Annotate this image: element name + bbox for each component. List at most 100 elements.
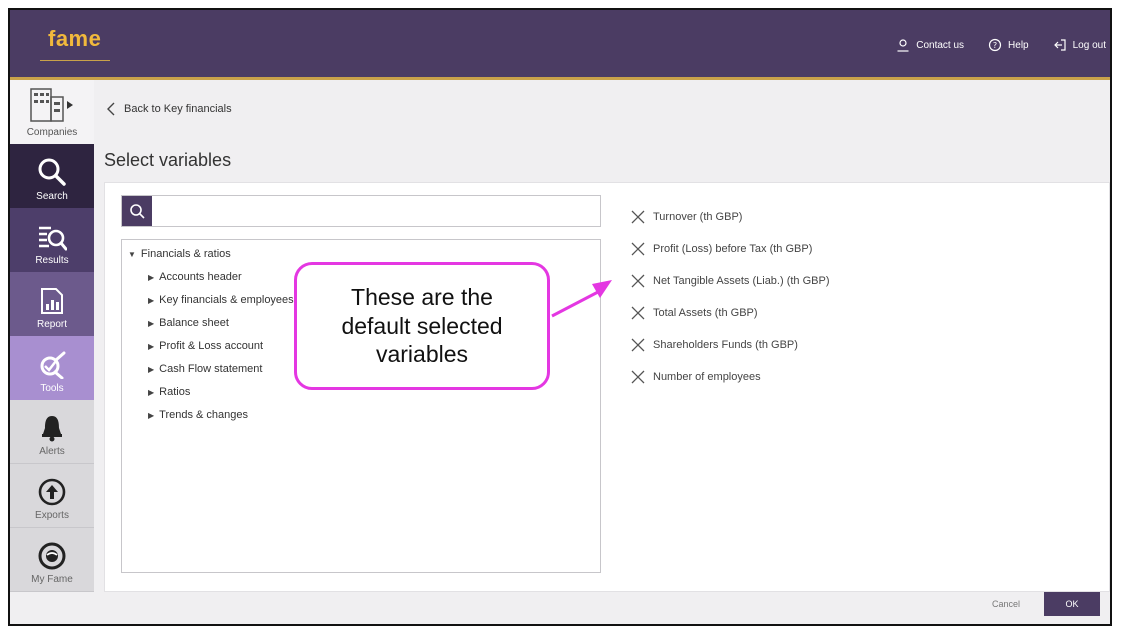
remove-icon[interactable]	[631, 338, 645, 352]
main-content: Back to Key financials Select variables …	[94, 80, 1110, 624]
user-icon	[897, 39, 909, 52]
tree-children: ▶ Accounts header ▶ Key financials & emplo…	[148, 271, 294, 432]
sidebar-label-results: Results	[35, 255, 69, 266]
back-link-label: Back to Key financials	[124, 103, 232, 115]
tree-item[interactable]: ▶ Profit & Loss account	[148, 340, 294, 363]
log-out-label: Log out	[1072, 39, 1106, 51]
cancel-button[interactable]: Cancel	[986, 598, 1026, 610]
selected-variable-label: Net Tangible Assets (Liab.) (th GBP)	[653, 275, 830, 287]
logout-icon	[1053, 39, 1066, 51]
caret-right-icon: ▶	[148, 296, 155, 305]
tree-item[interactable]: ▶ Accounts header	[148, 271, 294, 294]
search-input[interactable]	[154, 197, 598, 226]
selected-variables-list: Turnover (th GBP) Profit (Loss) before T…	[631, 201, 830, 393]
selected-variable-label: Profit (Loss) before Tax (th GBP)	[653, 243, 813, 255]
remove-icon[interactable]	[631, 370, 645, 384]
footer-buttons: Cancel OK	[986, 592, 1100, 616]
top-bar: fame Contact us ? Help Log out	[10, 10, 1110, 80]
top-nav: Contact us ? Help Log out	[896, 38, 1106, 52]
tree-item-label: Ratios	[159, 386, 191, 398]
chevron-left-icon	[107, 102, 115, 116]
selected-variable: Turnover (th GBP)	[631, 201, 830, 233]
selected-variable-label: Turnover (th GBP)	[653, 211, 743, 223]
selected-variable: Profit (Loss) before Tax (th GBP)	[631, 233, 830, 265]
selected-variable-label: Shareholders Funds (th GBP)	[653, 339, 798, 351]
tree-item-financials-ratios[interactable]: ▼ Financials & ratios	[128, 248, 231, 260]
caret-right-icon: ▶	[148, 273, 155, 282]
remove-icon[interactable]	[631, 242, 645, 256]
help-link[interactable]: ? Help	[988, 38, 1029, 52]
selected-variable: Total Assets (th GBP)	[631, 297, 830, 329]
sidebar-label-my-fame: My Fame	[31, 574, 73, 585]
sidebar-label-alerts: Alerts	[39, 446, 65, 457]
contact-us-label: Contact us	[916, 39, 965, 51]
selected-variable-label: Number of employees	[653, 371, 761, 383]
fame-logo[interactable]: fame	[48, 26, 101, 52]
ok-button[interactable]: OK	[1044, 592, 1100, 616]
sidebar-item-tools[interactable]: Tools	[10, 336, 94, 400]
app-window: fame Contact us ? Help Log out Companies…	[8, 8, 1112, 626]
callout-text: These are the default selected variables	[341, 283, 502, 369]
tree-item[interactable]: ▶ Trends & changes	[148, 409, 294, 432]
callout-annotation: These are the default selected variables	[294, 262, 550, 390]
tree-item[interactable]: ▶ Key financials & employees	[148, 294, 294, 317]
remove-icon[interactable]	[631, 210, 645, 224]
remove-icon[interactable]	[631, 306, 645, 320]
variables-panel: ▼ Financials & ratios ▶ Accounts header ▶ K…	[104, 182, 1110, 592]
tree-item-label: Trends & changes	[159, 409, 249, 421]
caret-right-icon: ▶	[148, 365, 155, 374]
caret-right-icon: ▶	[148, 411, 155, 420]
tree-item-label: Accounts header	[159, 271, 242, 283]
bell-icon	[42, 416, 62, 442]
search-box	[121, 195, 601, 227]
callout-line: These are the	[351, 283, 493, 310]
callout-line: variables	[375, 341, 469, 368]
sidebar-item-my-fame[interactable]: My Fame	[10, 528, 94, 592]
selected-variable-label: Total Assets (th GBP)	[653, 307, 758, 319]
sidebar-label-report: Report	[36, 319, 67, 330]
log-out-link[interactable]: Log out	[1053, 38, 1106, 52]
svg-text:?: ?	[993, 41, 997, 50]
report-icon	[41, 288, 63, 314]
selected-variable: Number of employees	[631, 361, 830, 393]
tree-item-label: Cash Flow statement	[159, 363, 263, 375]
building-icon	[30, 88, 73, 122]
caret-right-icon: ▶	[148, 388, 155, 397]
sidebar-label-search: Search	[36, 191, 68, 202]
tree-item-label: Profit & Loss account	[159, 340, 264, 352]
search-button[interactable]	[122, 196, 152, 226]
tree-item[interactable]: ▶ Ratios	[148, 386, 294, 409]
selected-variable: Net Tangible Assets (Liab.) (th GBP)	[631, 265, 830, 297]
tree-item-label: Key financials & employees	[159, 294, 294, 306]
contact-us-link[interactable]: Contact us	[896, 38, 964, 52]
selected-variable: Shareholders Funds (th GBP)	[631, 329, 830, 361]
sidebar-item-exports[interactable]: Exports	[10, 464, 94, 528]
results-icon	[39, 226, 67, 251]
caret-right-icon: ▶	[148, 319, 155, 328]
help-label: Help	[1008, 39, 1029, 51]
search-icon	[130, 204, 145, 219]
sidebar-item-alerts[interactable]: Alerts	[10, 400, 94, 464]
tools-icon	[40, 351, 66, 379]
callout-line: default selected	[341, 312, 503, 339]
sidebar-item-search[interactable]: Search	[10, 144, 94, 208]
sidebar-label-exports: Exports	[35, 510, 69, 521]
caret-right-icon: ▶	[148, 342, 155, 351]
tree-item-label: Balance sheet	[159, 317, 229, 329]
sidebar-item-companies[interactable]: Companies	[10, 80, 94, 144]
sidebar-item-report[interactable]: Report	[10, 272, 94, 336]
sidebar-label-tools: Tools	[40, 383, 64, 394]
caret-down-icon: ▼	[128, 250, 136, 259]
sidebar-item-results[interactable]: Results	[10, 208, 94, 272]
tree-root-label: Financials & ratios	[140, 248, 231, 260]
export-icon	[38, 478, 66, 506]
tree-item[interactable]: ▶ Cash Flow statement	[148, 363, 294, 386]
search-icon	[38, 158, 66, 186]
left-sidebar: Companies Search Results Report Tools Al…	[10, 80, 94, 592]
back-link[interactable]: Back to Key financials	[106, 102, 232, 116]
remove-icon[interactable]	[631, 274, 645, 288]
tree-item[interactable]: ▶ Balance sheet	[148, 317, 294, 340]
my-fame-icon	[38, 542, 66, 570]
help-icon: ?	[988, 38, 1002, 52]
page-title: Select variables	[104, 150, 232, 170]
